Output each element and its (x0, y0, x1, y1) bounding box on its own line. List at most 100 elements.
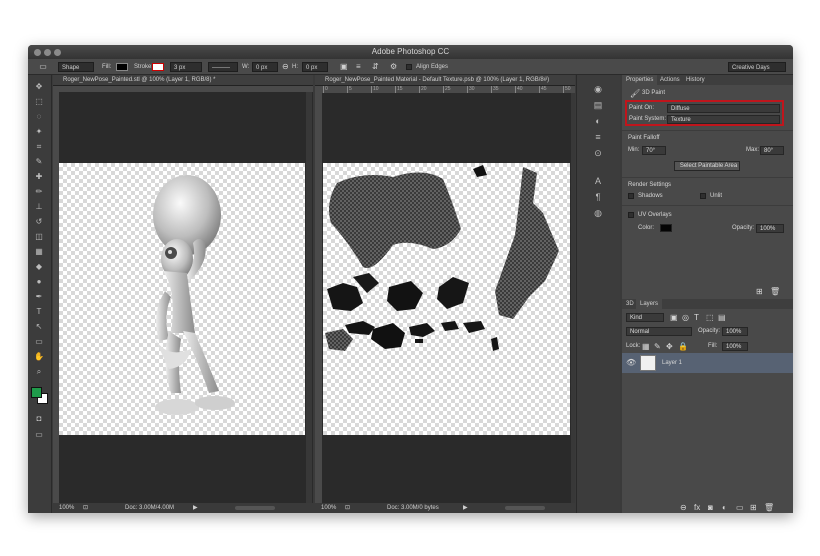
height-field[interactable]: 0 px (302, 62, 328, 72)
lasso-tool[interactable]: ◌ (32, 111, 46, 123)
overlay-opacity-field[interactable]: 100% (756, 224, 784, 233)
blur-tool[interactable]: ◆ (32, 261, 46, 273)
doc1-status-icon[interactable]: ⊡ (83, 503, 88, 513)
filter-smart-icon[interactable]: ▤ (718, 313, 726, 322)
add-mask-icon[interactable]: ◙ (708, 503, 713, 512)
clone-stamp-tool[interactable]: ⊥ (32, 201, 46, 213)
stroke-swatch[interactable] (152, 63, 164, 71)
trash-icon[interactable]: 🗑 (770, 287, 780, 296)
doc1-vertical-scrollbar[interactable] (306, 92, 312, 503)
doc2-status-arrow-icon[interactable]: ▶ (463, 503, 468, 513)
doc2-canvas[interactable] (323, 163, 570, 435)
lock-pixels-icon[interactable]: ✎ (654, 342, 661, 351)
link-icon[interactable]: ⊖ (282, 62, 289, 72)
doc1-status-arrow-icon[interactable]: ▶ (193, 503, 198, 513)
path-operations-icon[interactable]: ▣ (340, 62, 348, 72)
styles-icon[interactable]: ⊙ (591, 147, 605, 159)
lock-transparency-icon[interactable]: ▦ (642, 342, 650, 351)
adjustment-layer-icon[interactable]: ◐ (722, 503, 727, 512)
zoom-window-button[interactable] (54, 49, 61, 56)
path-alignment-icon[interactable]: ≡ (356, 62, 361, 72)
filter-kind-select[interactable]: Kind (626, 313, 664, 322)
new-group-icon[interactable]: ▭ (736, 503, 744, 512)
unlit-checkbox[interactable] (700, 193, 706, 199)
gradient-tool[interactable]: ▦ (32, 246, 46, 258)
brushes-icon[interactable]: ◍ (591, 207, 605, 219)
stroke-width-field[interactable]: 3 px (170, 62, 202, 72)
fill-swatch[interactable] (116, 63, 128, 71)
tool-preset-icon[interactable]: ▭ (36, 62, 50, 72)
doc1-horizontal-scrollbar[interactable] (235, 506, 275, 510)
gear-icon[interactable]: ⚙ (390, 62, 397, 72)
doc1-tab[interactable]: Roger_NewPose_Painted.stl @ 100% (Layer … (53, 75, 313, 86)
doc2-zoom[interactable]: 100% (321, 503, 336, 513)
doc1-canvas[interactable] (59, 163, 305, 435)
history-brush-tool[interactable]: ↺ (32, 216, 46, 228)
marquee-tool[interactable]: ⬚ (32, 96, 46, 108)
tab-layers[interactable]: Layers (636, 299, 663, 309)
layer-fill-field[interactable]: 100% (722, 342, 748, 351)
filter-shape-icon[interactable]: ⬚ (706, 313, 714, 322)
shadows-checkbox[interactable] (628, 193, 634, 199)
lock-all-icon[interactable]: 🔒 (678, 342, 688, 351)
character-icon[interactable]: A (591, 175, 605, 187)
workspace-select[interactable]: Creative Days (728, 62, 786, 72)
doc2-status-icon[interactable]: ⊡ (345, 503, 350, 513)
paint-on-select[interactable]: Diffuse (667, 104, 780, 113)
layer-name[interactable]: Layer 1 (662, 360, 682, 366)
doc2-vertical-scrollbar[interactable] (571, 93, 575, 503)
histogram-icon[interactable]: ▤ (591, 99, 605, 111)
adjustments-icon[interactable]: ◐ (591, 115, 605, 127)
eraser-tool[interactable]: ◫ (32, 231, 46, 243)
filter-adjust-icon[interactable]: ◎ (682, 313, 689, 322)
select-paintable-area-button[interactable]: Select Paintable Area (674, 161, 740, 171)
tab-history[interactable]: History (682, 75, 709, 85)
eye-icon[interactable]: 👁 (626, 358, 636, 367)
new-layer-icon[interactable]: ⊞ (756, 287, 763, 296)
overlay-color-swatch[interactable] (660, 224, 672, 232)
path-arrangement-icon[interactable]: ⇵ (372, 62, 379, 72)
fx-icon[interactable]: fx (694, 503, 700, 512)
layer-row[interactable]: 👁 Layer 1 (622, 353, 793, 373)
minimize-window-button[interactable] (44, 49, 51, 56)
quick-mask-icon[interactable]: ◘ (32, 413, 46, 425)
screen-mode-icon[interactable]: ▭ (32, 429, 46, 441)
move-tool[interactable]: ✥ (32, 81, 46, 93)
width-field[interactable]: 0 px (252, 62, 278, 72)
link-layers-icon[interactable]: ⊖ (680, 503, 687, 512)
path-select-tool[interactable]: ↖ (32, 321, 46, 333)
close-window-button[interactable] (34, 49, 41, 56)
lock-position-icon[interactable]: ✥ (666, 342, 673, 351)
paragraph-icon[interactable]: ¶ (591, 191, 605, 203)
dodge-tool[interactable]: ● (32, 276, 46, 288)
min-angle-field[interactable]: 70° (642, 146, 666, 155)
doc2-tab[interactable]: Roger_NewPose_Painted Material - Default… (315, 75, 575, 86)
doc1-zoom[interactable]: 100% (59, 503, 74, 513)
filter-type-icon[interactable]: T (694, 313, 699, 322)
brush-tool[interactable]: ✏ (32, 186, 46, 198)
doc2-horizontal-scrollbar[interactable] (505, 506, 545, 510)
zoom-tool[interactable]: ⌕ (32, 366, 46, 378)
eyedropper-tool[interactable]: ✎ (32, 156, 46, 168)
properties-icon[interactable]: ≡ (591, 131, 605, 143)
max-angle-field[interactable]: 80° (760, 146, 784, 155)
uv-overlays-checkbox[interactable] (628, 212, 634, 218)
pen-tool[interactable]: ✒ (32, 291, 46, 303)
3d-icon[interactable]: ◉ (591, 83, 605, 95)
rectangle-tool[interactable]: ▭ (32, 336, 46, 348)
shape-mode-select[interactable]: Shape (58, 62, 94, 72)
align-edges-checkbox[interactable] (406, 64, 412, 70)
filter-pixel-icon[interactable]: ▣ (670, 313, 678, 322)
type-tool[interactable]: T (32, 306, 46, 318)
tab-actions[interactable]: Actions (656, 75, 684, 85)
quick-select-tool[interactable]: ✦ (32, 126, 46, 138)
layer-opacity-field[interactable]: 100% (722, 327, 748, 336)
crop-tool[interactable]: ⌗ (32, 141, 46, 153)
hand-tool[interactable]: ✋ (32, 351, 46, 363)
stroke-type-select[interactable]: ——— (208, 62, 238, 72)
healing-tool[interactable]: ✚ (32, 171, 46, 183)
blend-mode-select[interactable]: Normal (626, 327, 692, 336)
tab-properties[interactable]: Properties (622, 75, 658, 85)
paint-system-select[interactable]: Texture (667, 115, 780, 124)
trash-icon[interactable]: 🗑 (764, 503, 774, 512)
